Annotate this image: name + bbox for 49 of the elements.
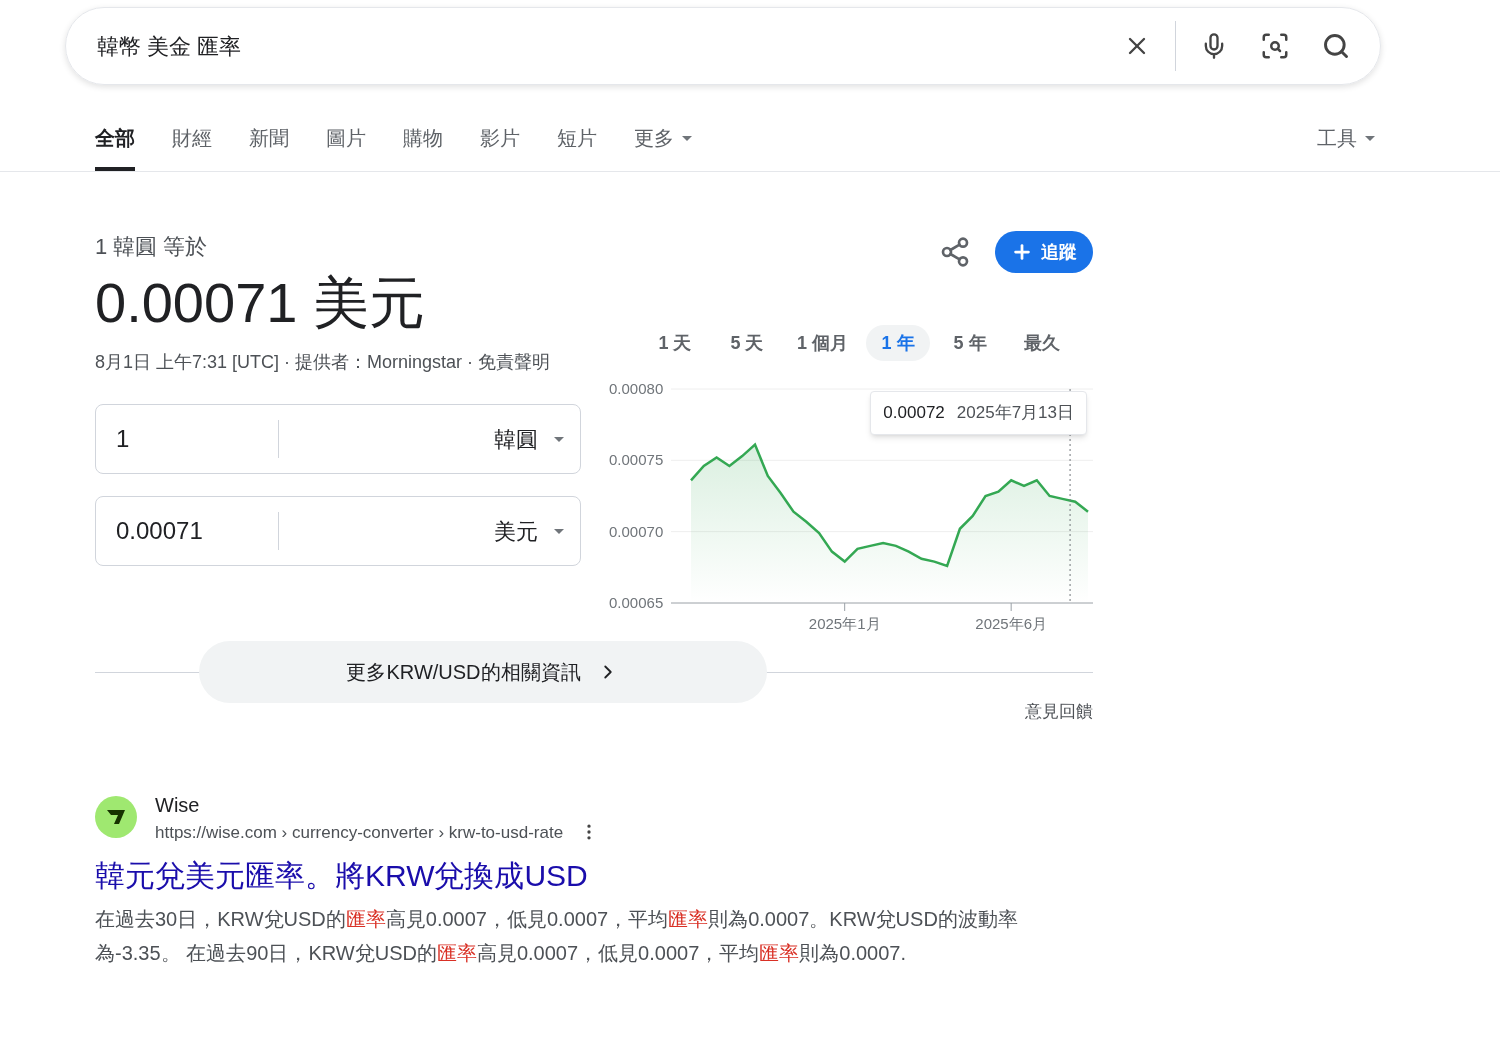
result-snippet: 在過去30日，KRW兌USD的匯率高見0.0007，低見0.0007，平均匯率則為0.0007。KRW兌USD的波動率為-3.35。 在過去90日，KRW兌USD的匯率高見0.0007，低見0.0007，平均匯率則為0.0007. [95,907,1019,966]
search-tab[interactable]: 財經 [172,123,212,171]
currency-select[interactable]: 美元 [494,514,538,548]
conversion-result: 0.00071 美元 [95,270,425,336]
feedback-link[interactable]: 意見回饋 [1025,699,1093,725]
search-query[interactable]: 韓幣 美金 匯率 [97,29,1123,63]
share-icon[interactable] [939,236,971,268]
axis-label: 2025年6月 [975,615,1047,632]
site-url: https://wise.com › currency-converter › krw-to-usd-rate [155,821,564,844]
period-tab[interactable]: 5 天 [715,325,779,361]
caret-icon [1365,135,1375,141]
amount-value[interactable]: 0.00071 [96,512,279,550]
search-tab[interactable]: 全部 [95,123,135,171]
source-info: 8月1日 上午7:31 [UTC] · 提供者：Morningstar · [95,352,475,372]
currency-field[interactable]: 1 韓圓 [95,404,581,474]
site-name: Wise [155,792,201,818]
camera-icon[interactable] [1260,31,1290,61]
caret-icon [554,528,564,534]
search-tab[interactable]: 影片 [480,123,520,171]
caret-icon [554,436,564,442]
period-tab[interactable]: 5 年 [938,325,1002,361]
disclaimer-link[interactable]: 免責聲明 [478,352,551,372]
tooltip-date: 2025年7月13日 [956,402,1074,424]
period-tab[interactable]: 1 個月 [787,325,858,361]
axis-label: 0.00070 [609,522,664,540]
search-tab[interactable]: 圖片 [326,123,366,171]
more-info-button[interactable]: 更多KRW/USD的相關資訊 [198,641,767,703]
search-tab[interactable]: 更多 [634,123,692,171]
result-title-link[interactable]: 韓元兌美元匯率。將KRW兌換成USD [95,853,1093,898]
period-tab[interactable]: 1 年 [866,325,930,361]
amount-value[interactable]: 1 [96,420,279,458]
search-tab[interactable]: 新聞 [249,123,289,171]
search-tab[interactable]: 短片 [557,123,597,171]
tooltip-value: 0.00072 [883,402,945,424]
period-tab[interactable]: 1 天 [643,325,707,361]
axis-label: 2025年1月 [808,615,881,632]
currency-field[interactable]: 0.00071 美元 [95,496,581,566]
search-tab[interactable]: 購物 [403,123,443,171]
period-tab[interactable]: 最久 [1010,325,1074,361]
axis-label: 0.00080 [609,380,664,397]
tools-button[interactable]: 工具 [1317,123,1375,171]
plus-icon [1011,241,1033,263]
axis-label: 0.00065 [609,594,664,611]
currency-select[interactable]: 韓圓 [494,422,538,456]
follow-button[interactable]: 追蹤 [995,231,1093,273]
conversion-caption: 1 韓圓 等於 [95,233,209,261]
caret-icon [682,135,692,141]
search-icon[interactable] [1322,32,1350,60]
axis-label: 0.00075 [609,451,664,469]
